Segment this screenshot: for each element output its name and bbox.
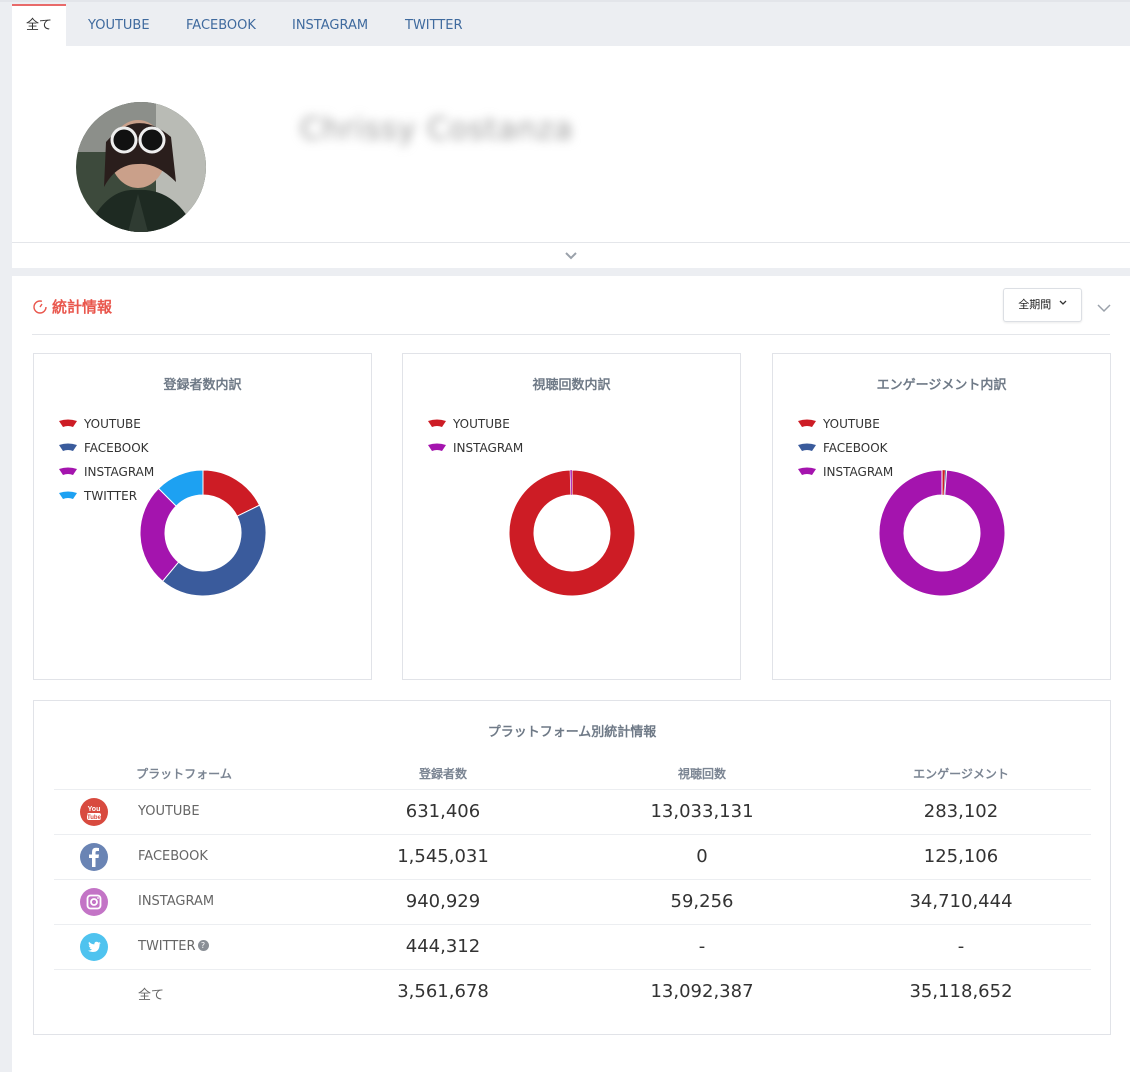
- subscribers-value: 940,929: [405, 891, 481, 912]
- platform-name: FACEBOOK: [138, 849, 208, 864]
- legend-label: TWITTER: [84, 489, 138, 503]
- legend-item[interactable]: FACEBOOK: [59, 436, 154, 460]
- views-value: 59,256: [670, 891, 734, 912]
- youtube-icon: You Tube: [80, 798, 108, 826]
- total-label: 全て: [138, 988, 165, 1003]
- legend-swatch: [798, 443, 816, 451]
- column-header: プラットフォーム: [136, 767, 232, 781]
- engagement-value: 283,102: [923, 801, 999, 822]
- subscribers-breakdown-card: 登録者数内訳 YOUTUBE FACEBOOK INSTAGRAM TWITTER: [33, 353, 372, 680]
- legend-item[interactable]: INSTAGRAM: [428, 436, 523, 460]
- table-row: FACEBOOK 1,545,031 0 125,106: [54, 834, 1091, 879]
- views-value: -: [698, 936, 706, 957]
- legend-label: FACEBOOK: [84, 441, 149, 455]
- legend-label: FACEBOOK: [823, 441, 888, 455]
- avatar: [76, 102, 206, 232]
- donut-slice-instagram[interactable]: [878, 469, 1006, 597]
- engagement-total: 35,118,652: [909, 981, 1013, 1002]
- facebook-icon: [80, 843, 108, 871]
- subscribers-value: 444,312: [405, 936, 481, 957]
- legend-label: YOUTUBE: [823, 417, 880, 431]
- chart-title: 視聴回数内訳: [532, 378, 611, 393]
- stats-header: 統計情報: [32, 296, 112, 317]
- table-total-row: 全て 3,561,678 13,092,387 35,118,652: [54, 969, 1091, 1014]
- legend-swatch: [59, 491, 77, 499]
- table-row: TWITTER? 444,312 - -: [54, 924, 1091, 969]
- legend-label: YOUTUBE: [84, 417, 141, 431]
- chart-legend: YOUTUBE INSTAGRAM: [428, 412, 523, 460]
- platform-name: TWITTER: [138, 939, 196, 954]
- divider: [12, 242, 1130, 243]
- table-title: プラットフォーム別統計情報: [487, 725, 657, 740]
- subscribers-value: 631,406: [405, 801, 481, 822]
- tab-all[interactable]: 全て: [12, 4, 67, 46]
- donut-chart: [878, 469, 1006, 597]
- svg-text:You: You: [88, 806, 101, 813]
- profile-header: Chrissy Costanza: [12, 46, 1130, 268]
- table-row: INSTAGRAM 940,929 59,256 34,710,444: [54, 879, 1091, 924]
- profile-name: Chrissy Costanza: [300, 112, 574, 147]
- chevron-down-icon[interactable]: [563, 248, 579, 264]
- engagement-value: 125,106: [923, 846, 999, 867]
- platform-stats-table: プラットフォーム別統計情報 プラットフォーム 登録者数 視聴回数 エンゲージメン…: [33, 700, 1111, 1035]
- legend-item[interactable]: YOUTUBE: [428, 412, 523, 436]
- views-value: 0: [696, 846, 708, 867]
- views-breakdown-card: 視聴回数内訳 YOUTUBE INSTAGRAM: [402, 353, 741, 680]
- section-title: 統計情報: [52, 298, 113, 316]
- legend-item[interactable]: FACEBOOK: [798, 436, 893, 460]
- engagement-breakdown-card: エンゲージメント内訳 YOUTUBE FACEBOOK INSTAGRAM: [772, 353, 1111, 680]
- platform-name: INSTAGRAM: [138, 894, 215, 909]
- legend-swatch: [428, 443, 446, 451]
- legend-swatch: [59, 467, 77, 475]
- subscribers-total: 3,561,678: [397, 981, 489, 1002]
- chevron-down-icon: [1059, 300, 1067, 305]
- donut-chart: [139, 469, 267, 597]
- twitter-icon: [80, 933, 108, 961]
- legend-item[interactable]: YOUTUBE: [798, 412, 893, 436]
- legend-label: INSTAGRAM: [453, 441, 524, 455]
- column-header: 視聴回数: [677, 767, 726, 781]
- tab-instagram[interactable]: INSTAGRAM: [278, 4, 382, 46]
- legend-swatch: [798, 467, 816, 475]
- legend-swatch: [428, 419, 446, 427]
- period-dropdown[interactable]: 全期間: [1003, 288, 1082, 322]
- platform-tabs: 全て YOUTUBE FACEBOOK INSTAGRAM TWITTER: [0, 0, 1130, 46]
- platform-name: YOUTUBE: [138, 804, 200, 819]
- legend-label: YOUTUBE: [453, 417, 510, 431]
- gauge-icon: [33, 299, 47, 314]
- tab-facebook[interactable]: FACEBOOK: [172, 4, 270, 46]
- table-row: You Tube YOUTUBE 631,406 13,033,131 283,1…: [54, 789, 1091, 834]
- collapse-chevron-icon[interactable]: [1096, 300, 1112, 316]
- donut-chart: [508, 469, 636, 597]
- chart-title: 登録者数内訳: [163, 378, 242, 393]
- tab-youtube[interactable]: YOUTUBE: [74, 4, 164, 46]
- tab-twitter[interactable]: TWITTER: [391, 4, 477, 46]
- views-total: 13,092,387: [650, 981, 754, 1002]
- legend-swatch: [59, 443, 77, 451]
- stats-panel: 統計情報 全期間 登録者数内訳 YOUTUBE FACEBOOK INSTAGRAM…: [12, 276, 1130, 1072]
- legend-item[interactable]: YOUTUBE: [59, 412, 154, 436]
- views-value: 13,033,131: [650, 801, 754, 822]
- divider: [32, 334, 1110, 335]
- legend-swatch: [798, 419, 816, 427]
- chart-title: エンゲージメント内訳: [876, 378, 1007, 393]
- donut-slice-facebook[interactable]: [161, 504, 267, 597]
- column-header: エンゲージメント: [913, 767, 1009, 781]
- subscribers-value: 1,545,031: [397, 846, 489, 867]
- engagement-value: -: [957, 936, 965, 957]
- help-icon[interactable]: ?: [197, 940, 209, 951]
- svg-text:Tube: Tube: [87, 815, 102, 821]
- period-label: 全期間: [1018, 298, 1052, 311]
- legend-swatch: [59, 419, 77, 427]
- column-header: 登録者数: [418, 767, 467, 781]
- instagram-icon: [80, 888, 108, 916]
- engagement-value: 34,710,444: [909, 891, 1013, 912]
- platform-name-with-help: TWITTER?: [138, 939, 209, 954]
